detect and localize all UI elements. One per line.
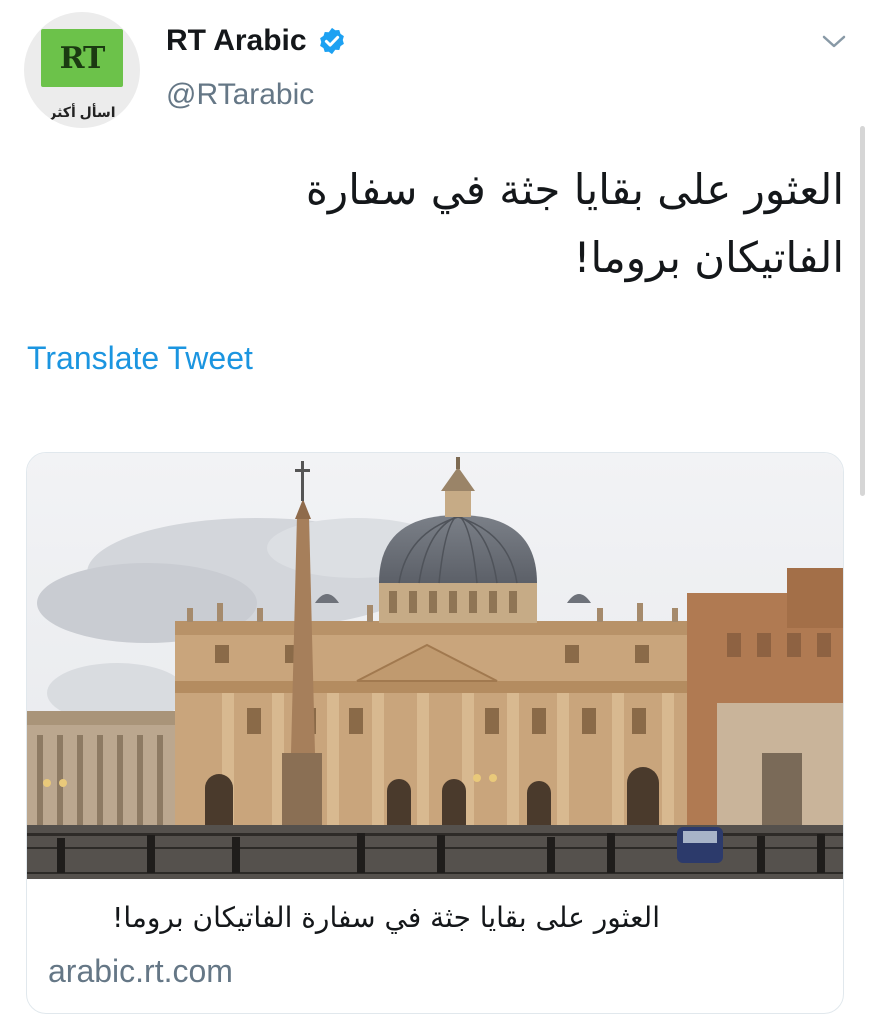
rt-logo: RT <box>41 29 123 87</box>
verified-badge-icon <box>319 27 344 55</box>
card-domain: arabic.rt.com <box>48 953 233 989</box>
translate-tweet-link[interactable]: Translate Tweet <box>27 340 253 377</box>
chevron-down-icon[interactable] <box>820 32 848 52</box>
avatar[interactable]: RT اسأل أكثر <box>24 12 140 128</box>
card-image <box>27 453 843 879</box>
card-title: العثور على بقايا جثة في سفارة الفاتيكان … <box>112 901 660 934</box>
link-card[interactable]: العثور على بقايا جثة في سفارة الفاتيكان … <box>26 452 844 1014</box>
tweet-text: العثور على بقايا جثة في سفارة الفاتيكان … <box>305 165 844 282</box>
account-handle[interactable]: @RTarabic <box>166 78 314 112</box>
scrollbar[interactable] <box>860 126 865 496</box>
rt-logo-text: RT <box>59 40 106 76</box>
account-name-row: RT Arabic <box>166 24 347 58</box>
avatar-tagline: اسأل أكثر <box>48 104 116 120</box>
display-name[interactable]: RT Arabic <box>166 24 307 58</box>
